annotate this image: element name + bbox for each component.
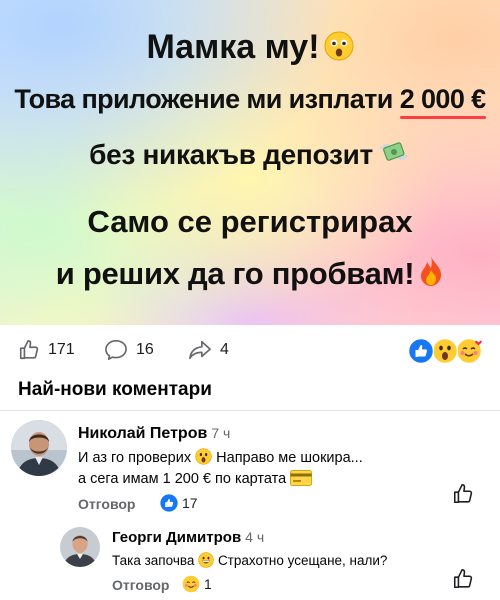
hero-banner: Мамка му! Това приложение ми изплати 2 0… (0, 0, 500, 325)
post-stats-bar: 171 16 4 (0, 330, 500, 370)
divider (0, 410, 500, 411)
comment-time: 4 ч (245, 529, 265, 545)
comments-section-title: Най-нови коментари (18, 379, 212, 400)
share-action[interactable]: 4 (188, 339, 229, 361)
comment-time: 7 ч (211, 425, 231, 441)
reaction-summary[interactable] (407, 337, 483, 365)
comment-text-line-1: И аз го проверих Направо ме шокира... (78, 448, 363, 466)
money-with-wings-icon (378, 142, 409, 161)
reply-button[interactable]: Отговор (112, 577, 169, 593)
like-icon (160, 494, 178, 512)
love-face-icon (182, 575, 200, 593)
comment-reactions[interactable]: 1 (182, 575, 212, 593)
astonished-emoji-icon (195, 448, 212, 465)
credit-card-icon (290, 470, 313, 486)
fire-icon (421, 256, 442, 286)
share-arrow-icon (189, 340, 211, 360)
shares-count: 4 (220, 341, 229, 358)
thumbs-up-outline-icon[interactable] (452, 483, 474, 505)
grinning-emoji-icon (198, 552, 214, 568)
comments-count: 16 (136, 341, 154, 358)
hero-line-5: и реших да го пробвам! (0, 255, 500, 289)
astonished-emoji-icon (324, 31, 354, 61)
thumbs-up-outline-icon (19, 340, 39, 360)
hero-line-4: Само се регистрирах (87, 204, 413, 239)
avatar-nikolai[interactable] (11, 420, 67, 476)
comment-action[interactable]: 16 (104, 339, 154, 361)
comment-bubble-icon (105, 340, 127, 360)
avatar-georgi[interactable] (60, 527, 100, 567)
hero-line-2: Това приложение ми изплати 2 000 € (14, 84, 486, 119)
likes-count: 171 (48, 341, 75, 358)
thumbs-up-outline-icon[interactable] (452, 568, 474, 590)
comment-text-line-2: а сега имам 1 200 € по картата (78, 470, 313, 487)
comment-reaction-count: 17 (182, 495, 198, 511)
hero-line-1: Мамка му! (0, 30, 500, 64)
hero-line-3: без никакъв депозит (0, 137, 500, 169)
comment-reaction-count: 1 (204, 576, 212, 592)
reply-button[interactable]: Отговор (78, 496, 135, 512)
love-face-reaction-icon (455, 337, 483, 365)
comment-author[interactable]: Георги Димитров 4 ч (112, 529, 264, 546)
comment-text-line-1: Така започва Страхотно усещане, нали? (112, 552, 388, 568)
hero-amount: 2 000 € (399, 84, 486, 119)
like-reaction-icon (407, 337, 435, 365)
comment-reactions[interactable]: 17 (160, 494, 198, 512)
like-action[interactable]: 171 (18, 339, 75, 361)
comment-author[interactable]: Николай Петров 7 ч (78, 425, 230, 443)
wow-reaction-icon (431, 337, 459, 365)
